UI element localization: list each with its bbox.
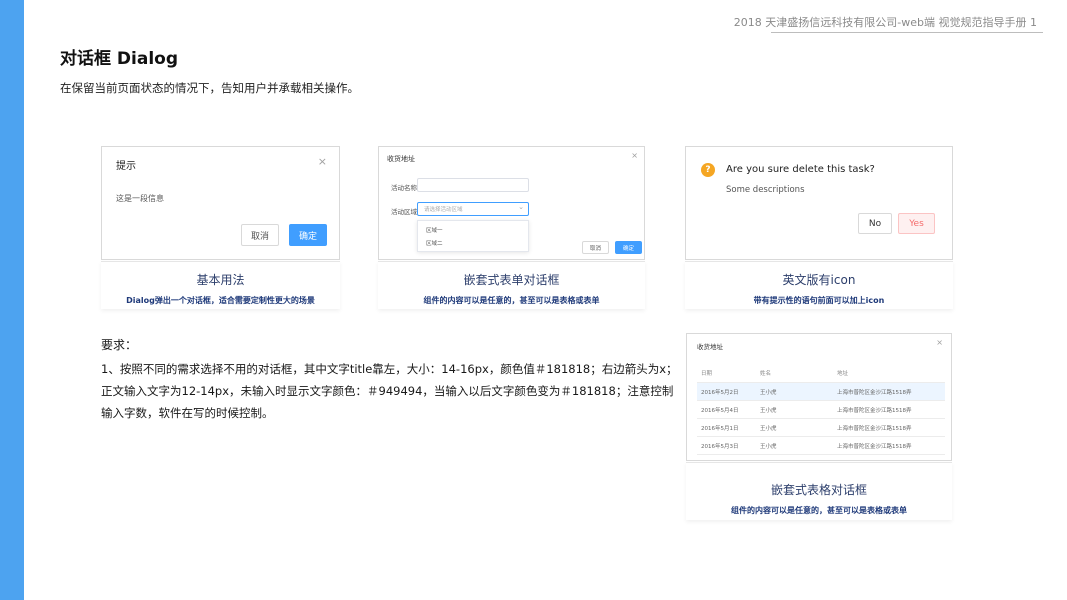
close-icon[interactable]: ×	[936, 338, 943, 347]
dialog-title: 提示	[116, 161, 136, 172]
no-button[interactable]: No	[858, 213, 892, 234]
table-dialog: 收货地址 × 日期 姓名 地址 2016年5月2日 王小虎 上海市普陀区金沙江路…	[686, 333, 952, 461]
column-header: 姓名	[756, 364, 833, 383]
region-placeholder: 请选择活动区域	[424, 207, 463, 213]
confirm-button[interactable]: 确定	[289, 224, 327, 246]
caption-form: 嵌套式表单对话框 组件的内容可以是任意的，甚至可以是表格或表单	[378, 261, 645, 309]
field-label-region: 活动区域	[391, 208, 417, 216]
caption-title: 嵌套式表格对话框	[770, 483, 867, 497]
requirements-line: 正文输入文字为12-14px，未输入时显示文字颜色：＃949494，当输入以后文…	[101, 384, 674, 398]
region-select[interactable]: 请选择活动区域 ⌄	[417, 202, 529, 216]
table-row[interactable]: 2016年5月3日 王小虎 上海市普陀区金沙江路1518弄	[697, 436, 945, 455]
caption-title: 嵌套式表单对话框	[463, 273, 560, 287]
region-dropdown: 区域一 区域二	[417, 220, 529, 252]
caption-table: 嵌套式表格对话框 组件的内容可以是任意的，甚至可以是表格或表单	[686, 462, 952, 520]
page-header: 2018 天津盛扬信远科技有限公司-web端 视觉规范指导手册 1	[733, 16, 1037, 29]
dialog-message: Some descriptions	[726, 185, 805, 195]
dropdown-option[interactable]: 区域一	[426, 226, 443, 234]
dialog-title: 收货地址	[387, 155, 415, 163]
requirements-heading: 要求：	[101, 338, 138, 352]
caption-basic: 基本用法 Dialog弹出一个对话框，适合需要定制性更大的场景	[101, 261, 340, 309]
close-icon[interactable]: ×	[318, 155, 327, 168]
question-icon: ?	[701, 163, 715, 177]
caption-title: 基本用法	[196, 273, 245, 287]
dialog-message: 这是一段信息	[116, 194, 164, 203]
table-row[interactable]: 2016年5月4日 王小虎 上海市普陀区金沙江路1518弄	[697, 400, 945, 419]
table-cell: 上海市普陀区金沙江路1518弄	[833, 436, 945, 455]
dialog-title: 收货地址	[697, 343, 723, 351]
table-cell: 上海市普陀区金沙江路1518弄	[833, 382, 945, 401]
confirm-dialog: ? Are you sure delete this task? Some de…	[685, 146, 953, 260]
page-intro: 在保留当前页面状态的情况下，告知用户并承载相关操作。	[60, 81, 359, 95]
data-table: 日期 姓名 地址 2016年5月2日 王小虎 上海市普陀区金沙江路1518弄 2…	[697, 364, 945, 455]
requirements-line: 输入字数，软件在写的时候控制。	[101, 406, 274, 420]
caption-title: 英文版有icon	[782, 273, 856, 287]
caption-desc: 组件的内容可以是任意的，甚至可以是表格或表单	[731, 506, 907, 515]
table-cell: 上海市普陀区金沙江路1518弄	[833, 418, 945, 437]
dialog-title: Are you sure delete this task?	[726, 164, 875, 175]
page-title: 对话框 Dialog	[60, 49, 179, 69]
table-cell: 上海市普陀区金沙江路1518弄	[833, 400, 945, 419]
requirements-body: 1、按照不同的需求选择不用的对话框，其中文字title靠左，大小：14-16px…	[101, 358, 678, 424]
basic-dialog: 提示 × 这是一段信息 取消 确定	[101, 146, 340, 260]
close-icon[interactable]: ×	[631, 151, 638, 160]
cancel-button[interactable]: 取消	[241, 224, 279, 246]
column-header: 地址	[833, 364, 945, 383]
table-header-row: 日期 姓名 地址	[697, 364, 945, 383]
left-accent-bar	[0, 0, 24, 600]
table-cell: 王小虎	[756, 400, 833, 419]
requirements-line: 1、按照不同的需求选择不用的对话框，其中文字title靠左，大小：14-16px…	[101, 362, 678, 376]
caption-icon: 英文版有icon 带有提示性的语句前面可以加上icon	[685, 261, 953, 309]
caption-desc: Dialog弹出一个对话框，适合需要定制性更大的场景	[126, 296, 315, 305]
table-cell: 王小虎	[756, 418, 833, 437]
field-label-name: 活动名称	[391, 184, 417, 192]
table-cell: 2016年5月2日	[697, 382, 756, 401]
table-row[interactable]: 2016年5月2日 王小虎 上海市普陀区金沙江路1518弄	[697, 382, 945, 401]
cancel-button[interactable]: 取消	[582, 241, 609, 254]
table-cell: 2016年5月1日	[697, 418, 756, 437]
column-header: 日期	[697, 364, 756, 383]
table-cell: 2016年5月4日	[697, 400, 756, 419]
table-cell: 2016年5月3日	[697, 436, 756, 455]
table-cell: 王小虎	[756, 382, 833, 401]
confirm-button[interactable]: 确定	[615, 241, 642, 254]
table-row[interactable]: 2016年5月1日 王小虎 上海市普陀区金沙江路1518弄	[697, 418, 945, 437]
name-input[interactable]	[417, 178, 529, 192]
header-divider	[771, 32, 1043, 33]
chevron-down-icon: ⌄	[518, 203, 524, 211]
caption-desc: 组件的内容可以是任意的，甚至可以是表格或表单	[423, 296, 600, 305]
form-dialog: 收货地址 × 活动名称 活动区域 请选择活动区域 ⌄ 区域一 区域二 取消 确定	[378, 146, 645, 260]
caption-desc: 带有提示性的语句前面可以加上icon	[753, 296, 885, 305]
yes-button[interactable]: Yes	[898, 213, 935, 234]
dropdown-option[interactable]: 区域二	[426, 239, 443, 247]
table-cell: 王小虎	[756, 436, 833, 455]
